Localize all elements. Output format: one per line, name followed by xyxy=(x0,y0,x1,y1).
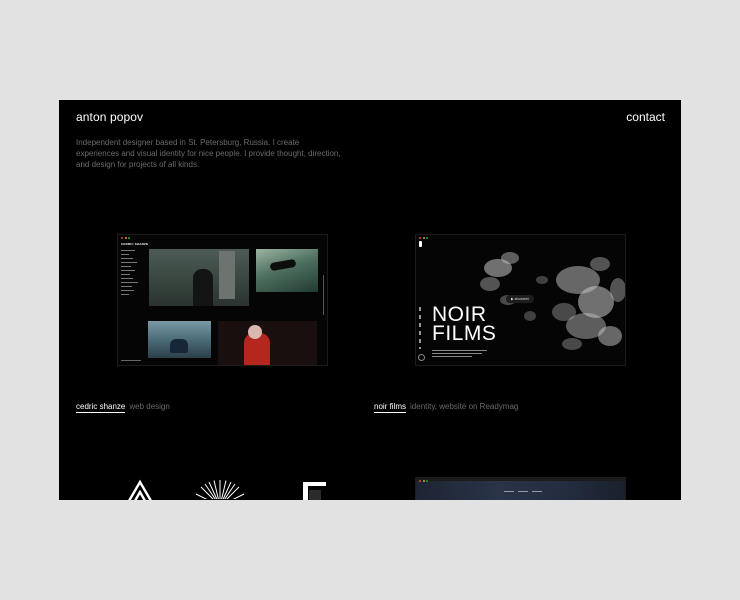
project-title-link[interactable]: cedric shanze xyxy=(76,402,126,413)
mockup-title: NOIR FILMS xyxy=(432,303,497,345)
project-title-link[interactable]: noir films xyxy=(374,402,407,413)
project-description: web design xyxy=(129,402,170,411)
window-controls xyxy=(419,237,428,239)
portfolio-viewport: anton popov contact Independent designer… xyxy=(59,100,681,500)
mockup-text-lines xyxy=(432,350,490,359)
window-controls xyxy=(121,237,130,239)
project-thumbnail-cedric-shanze[interactable]: CEDRIC SHANZE xyxy=(117,234,328,366)
mockup-circle-icon xyxy=(418,354,425,361)
mockup-menu xyxy=(121,250,141,298)
mockup-logo-icon xyxy=(419,241,422,247)
mockup-scrollbar xyxy=(323,275,324,315)
mockup-photo-red-jacket xyxy=(218,321,317,365)
bracket-logo-icon xyxy=(303,482,326,500)
brand-link[interactable]: anton popov xyxy=(76,110,143,124)
sunburst-logo-icon xyxy=(195,480,245,500)
triangle-logo-icon xyxy=(128,479,152,500)
mockup-vertical-nav xyxy=(419,307,421,349)
intro-text: Independent designer based in St. Peters… xyxy=(76,138,341,170)
mockup-footer-line xyxy=(121,360,141,361)
project-description: identity, website on Readymag xyxy=(410,402,519,411)
project-caption-cedric: cedric shanze web design xyxy=(76,402,170,413)
contact-link[interactable]: contact xyxy=(626,110,665,124)
project-caption-noir: noir films identity, website on Readymag xyxy=(374,402,519,413)
mockup-logo: CEDRIC SHANZE xyxy=(121,242,149,246)
mockup-photo-boat xyxy=(148,321,211,358)
project-thumbnail-noir-films[interactable]: ▶ showreel NOIR FILMS xyxy=(415,234,626,366)
mockup-nav xyxy=(504,491,546,492)
mockup-photo-underwater xyxy=(256,249,318,292)
project-thumbnail-logos[interactable] xyxy=(117,478,326,500)
project-thumbnail-fourth[interactable] xyxy=(415,477,626,500)
mockup-photo-man xyxy=(149,249,249,306)
window-controls xyxy=(419,480,428,482)
showreel-button[interactable]: ▶ showreel xyxy=(506,295,534,303)
